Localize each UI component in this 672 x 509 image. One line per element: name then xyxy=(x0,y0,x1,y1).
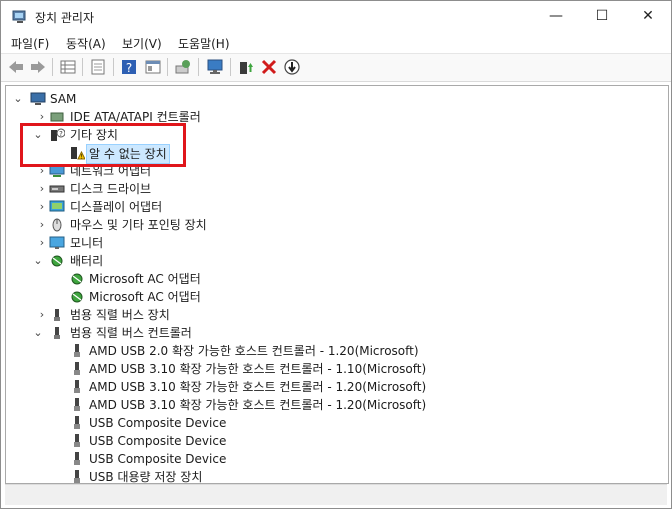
device-manager-window: 장치 관리자 — ☐ ✕ 파일(F) 동작(A) 보기(V) 도움말(H) ? … xyxy=(0,0,672,509)
svg-text:?: ? xyxy=(126,61,132,75)
chevron-right-icon[interactable]: › xyxy=(36,198,48,216)
usb-plug-icon xyxy=(74,344,80,357)
monitor-icon[interactable] xyxy=(206,58,224,76)
battery-icon xyxy=(71,273,83,285)
tree-root-label: SAM xyxy=(50,92,77,106)
help-icon[interactable]: ? xyxy=(120,58,138,76)
menu-view[interactable]: 보기(V) xyxy=(122,35,162,52)
window-title: 장치 관리자 xyxy=(35,11,95,25)
tree-item-label: 디스플레이 어댑터 xyxy=(70,200,163,214)
menu-action[interactable]: 동작(A) xyxy=(66,35,106,52)
tree-item-ac-adapter[interactable]: Microsoft AC 어댑터 xyxy=(6,288,656,306)
chevron-right-icon[interactable]: › xyxy=(36,216,48,234)
tree-item-label: 범용 직렬 버스 장치 xyxy=(70,308,170,322)
tree-item-battery[interactable]: ⌄ 배터리 xyxy=(6,252,656,270)
ide-controller-icon xyxy=(50,112,64,122)
usb-plug-icon xyxy=(74,470,80,483)
show-hide-icon[interactable] xyxy=(89,58,107,76)
maximize-button[interactable]: ☐ xyxy=(579,1,625,33)
tree-item-usb-composite[interactable]: USB Composite Device xyxy=(6,450,656,468)
close-icon: ✕ xyxy=(642,8,654,24)
tree-item-label: AMD USB 3.10 확장 가능한 호스트 컨트롤러 - 1.10(Micr… xyxy=(89,362,427,376)
tree-item-label: AMD USB 2.0 확장 가능한 호스트 컨트롤러 - 1.20(Micro… xyxy=(89,344,419,358)
update-driver-icon[interactable] xyxy=(237,58,255,76)
usb-plug-icon xyxy=(74,362,80,375)
tree-item-label: Microsoft AC 어댑터 xyxy=(89,272,201,286)
maximize-icon: ☐ xyxy=(595,8,609,24)
tree-item-usb-host[interactable]: AMD USB 2.0 확장 가능한 호스트 컨트롤러 - 1.20(Micro… xyxy=(6,342,656,360)
tree-item-usb-host[interactable]: AMD USB 3.10 확장 가능한 호스트 컨트롤러 - 1.20(Micr… xyxy=(6,396,656,414)
forward-icon[interactable] xyxy=(29,58,47,76)
uninstall-icon[interactable] xyxy=(260,58,278,76)
device-manager-app-icon xyxy=(12,10,26,23)
highlight-annotation-box xyxy=(20,123,186,167)
back-icon[interactable] xyxy=(7,58,25,76)
usb-device-icon xyxy=(54,309,60,321)
disable-icon[interactable] xyxy=(283,58,301,76)
tree-item-label: AMD USB 3.10 확장 가능한 호스트 컨트롤러 - 1.20(Micr… xyxy=(89,398,427,412)
status-bar xyxy=(5,484,667,505)
tree-item-ac-adapter[interactable]: Microsoft AC 어댑터 xyxy=(6,270,656,288)
minimize-icon: — xyxy=(549,8,563,24)
close-button[interactable]: ✕ xyxy=(625,1,671,33)
tree-item-usb-composite[interactable]: USB Composite Device xyxy=(6,432,656,450)
title-bar: 장치 관리자 — ☐ ✕ xyxy=(1,1,671,33)
usb-plug-icon xyxy=(74,398,80,411)
chevron-down-icon[interactable]: ⌄ xyxy=(32,324,44,342)
tree-item-label: 모니터 xyxy=(70,236,104,250)
mouse-icon xyxy=(52,218,62,232)
tree-item-disk[interactable]: › 디스크 드라이브 xyxy=(6,180,656,198)
toolbar: ? xyxy=(1,53,671,82)
tree-item-label: 범용 직렬 버스 컨트롤러 xyxy=(70,326,192,340)
chevron-down-icon[interactable]: ⌄ xyxy=(12,90,24,108)
usb-plug-icon xyxy=(74,416,80,429)
tree-item-mouse[interactable]: › 마우스 및 기타 포인팅 장치 xyxy=(6,216,656,234)
tree-item-display[interactable]: › 디스플레이 어댑터 xyxy=(6,198,656,216)
tree-item-label: 배터리 xyxy=(70,254,104,268)
tree-item-label: USB Composite Device xyxy=(89,434,227,448)
computer-icon xyxy=(30,92,46,105)
tree-item-label: USB Composite Device xyxy=(89,452,227,466)
properties-grid-icon[interactable] xyxy=(59,58,77,76)
monitor-icon xyxy=(49,236,65,249)
menu-file[interactable]: 파일(F) xyxy=(11,35,49,52)
menu-bar: 파일(F) 동작(A) 보기(V) 도움말(H) xyxy=(1,33,671,53)
usb-plug-icon xyxy=(74,380,80,393)
tree-item-label: USB 대용량 저장 장치 xyxy=(89,470,203,484)
tree-item-usb-composite[interactable]: USB Composite Device xyxy=(6,414,656,432)
view-icon[interactable] xyxy=(144,58,162,76)
usb-plug-icon xyxy=(74,452,80,465)
battery-icon xyxy=(51,255,63,267)
tree-root[interactable]: ⌄ SAM xyxy=(6,90,656,108)
tree-item-usb-storage[interactable]: USB 대용량 저장 장치 xyxy=(6,468,656,484)
tree-item-label: 마우스 및 기타 포인팅 장치 xyxy=(70,218,207,232)
disk-drive-icon xyxy=(49,185,65,193)
battery-icon xyxy=(71,291,83,303)
tree-item-usb-host[interactable]: AMD USB 3.10 확장 가능한 호스트 컨트롤러 - 1.20(Micr… xyxy=(6,378,656,396)
scan-icon[interactable] xyxy=(174,58,192,76)
tree-item-usb-host[interactable]: AMD USB 3.10 확장 가능한 호스트 컨트롤러 - 1.10(Micr… xyxy=(6,360,656,378)
chevron-right-icon[interactable]: › xyxy=(36,306,48,324)
tree-item-label: AMD USB 3.10 확장 가능한 호스트 컨트롤러 - 1.20(Micr… xyxy=(89,380,427,394)
tree-item-usb-controllers[interactable]: ⌄ 범용 직렬 버스 컨트롤러 xyxy=(6,324,656,342)
tree-item-usb-devices[interactable]: › 범용 직렬 버스 장치 xyxy=(6,306,656,324)
usb-controller-icon xyxy=(54,327,60,339)
menu-help[interactable]: 도움말(H) xyxy=(178,35,230,52)
chevron-down-icon[interactable]: ⌄ xyxy=(32,252,44,270)
tree-item-label: USB Composite Device xyxy=(89,416,227,430)
tree-item-monitor[interactable]: › 모니터 xyxy=(6,234,656,252)
chevron-right-icon[interactable]: › xyxy=(36,234,48,252)
display-adapter-icon xyxy=(49,200,65,212)
minimize-button[interactable]: — xyxy=(533,1,579,33)
tree-item-label: 디스크 드라이브 xyxy=(70,182,152,196)
tree-item-label: Microsoft AC 어댑터 xyxy=(89,290,201,304)
usb-plug-icon xyxy=(74,434,80,447)
chevron-right-icon[interactable]: › xyxy=(36,180,48,198)
